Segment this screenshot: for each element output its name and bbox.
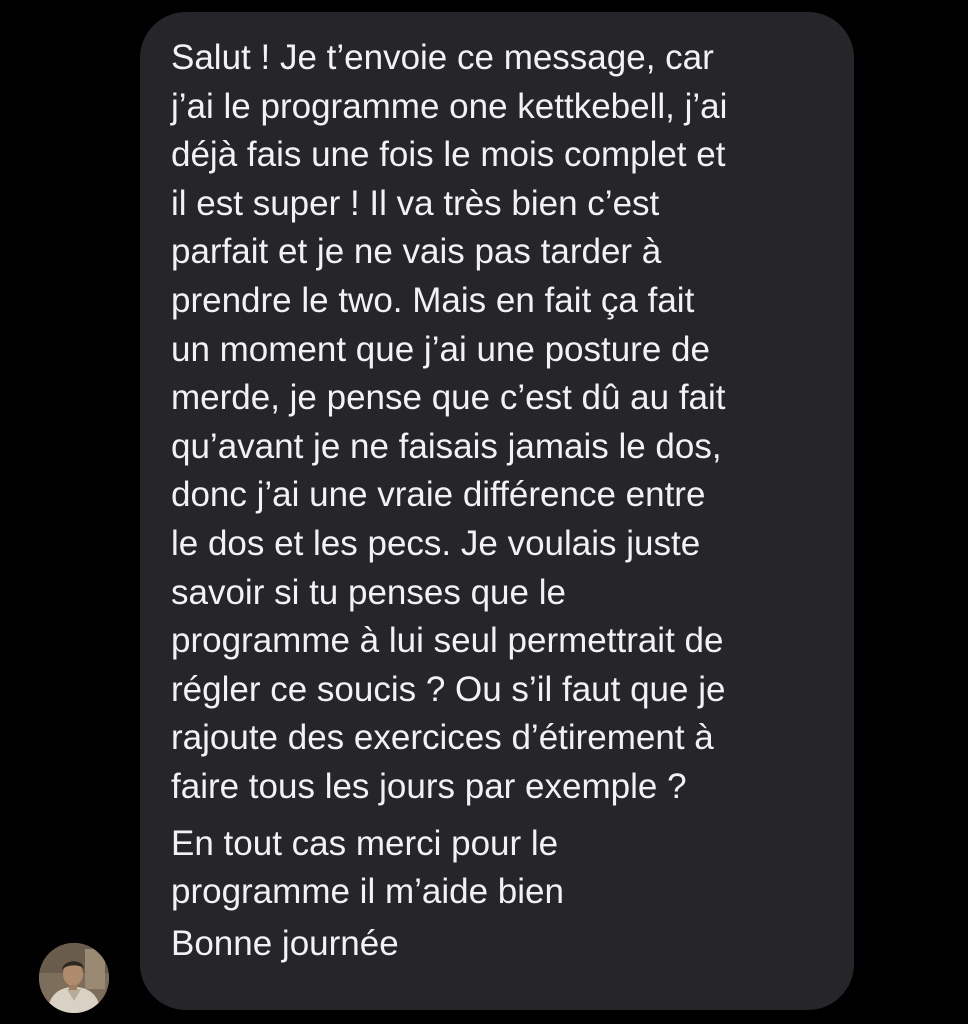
- message-line: déjà fais une fois le mois complet et: [171, 135, 726, 175]
- message-line: programme à lui seul permettrait de: [171, 621, 724, 661]
- profile-photo-icon: [39, 943, 109, 1013]
- message-line: prendre le two. Mais en fait ça fait: [171, 280, 695, 320]
- message-line: parfait et je ne vais pas tarder à: [171, 232, 662, 272]
- message-line: Salut ! Je t’envoie ce message, car: [171, 38, 714, 77]
- message-line: régler ce soucis ? Ou s’il faut que je: [171, 669, 726, 709]
- message-line: il est super ! Il va très bien c’est: [171, 183, 660, 223]
- sender-avatar[interactable]: [39, 943, 109, 1013]
- message-line: faire tous les jours par exemple ?: [171, 766, 687, 806]
- message-line: Bonne journée: [171, 923, 399, 963]
- message-line: savoir si tu penses que le: [171, 572, 566, 612]
- message-line: un moment que j’ai une posture de: [171, 329, 710, 369]
- message-line: programme il m’aide bien: [171, 872, 564, 912]
- message-paragraph: En tout cas merci pour le programme il m…: [171, 820, 824, 917]
- message-line: merde, je pense que c’est dû au fait: [171, 378, 726, 418]
- message-line: En tout cas merci pour le: [171, 823, 559, 863]
- message-thread: Salut ! Je t’envoie ce message, car j’ai…: [0, 0, 968, 1024]
- message-line: le dos et les pecs. Je voulais juste: [171, 523, 701, 563]
- message-line: rajoute des exercices d’étirement à: [171, 718, 714, 758]
- message-paragraph: Bonne journée: [171, 920, 824, 969]
- message-line: qu’avant je ne faisais jamais le dos,: [171, 426, 722, 466]
- message-line: donc j’ai une vraie différence entre: [171, 475, 706, 515]
- message-line: j’ai le programme one kettkebell, j’ai: [171, 86, 728, 126]
- message-paragraph: Salut ! Je t’envoie ce message, car j’ai…: [171, 34, 824, 812]
- message-bubble[interactable]: Salut ! Je t’envoie ce message, car j’ai…: [140, 12, 854, 1010]
